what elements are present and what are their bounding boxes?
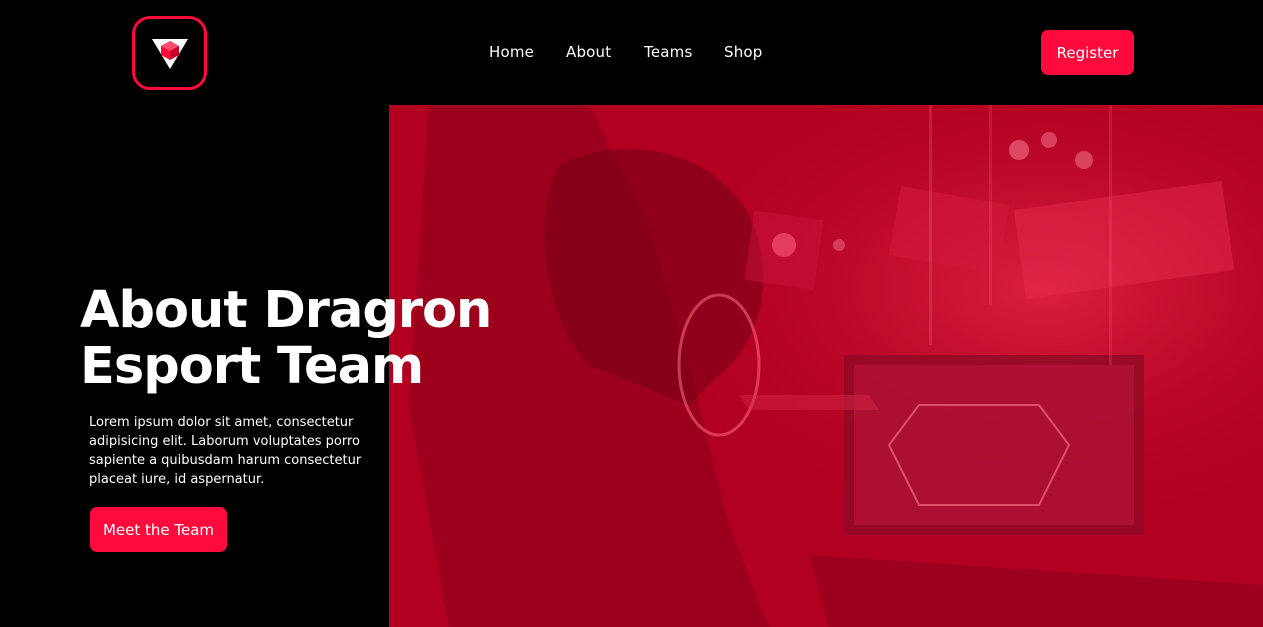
hero-gamer-image xyxy=(389,105,1263,627)
nav-about[interactable]: About xyxy=(566,43,611,61)
hero-title-line1: About Dragron xyxy=(80,281,492,340)
nav-home[interactable]: Home xyxy=(489,43,534,61)
meet-the-team-button[interactable]: Meet the Team xyxy=(90,507,227,552)
navbar: Home About Teams Shop Register xyxy=(0,0,1263,105)
hero-description: Lorem ipsum dolor sit amet, consectetur … xyxy=(89,415,362,487)
nav-shop[interactable]: Shop xyxy=(724,43,763,61)
hero-title: About Dragron Esport Team xyxy=(80,283,500,395)
triangle-cube-logo-icon xyxy=(151,39,188,69)
hero-title-line2: Esport Team xyxy=(80,337,424,396)
nav-teams[interactable]: Teams xyxy=(644,43,692,61)
brand-logo[interactable] xyxy=(132,16,207,90)
register-button[interactable]: Register xyxy=(1041,30,1134,75)
